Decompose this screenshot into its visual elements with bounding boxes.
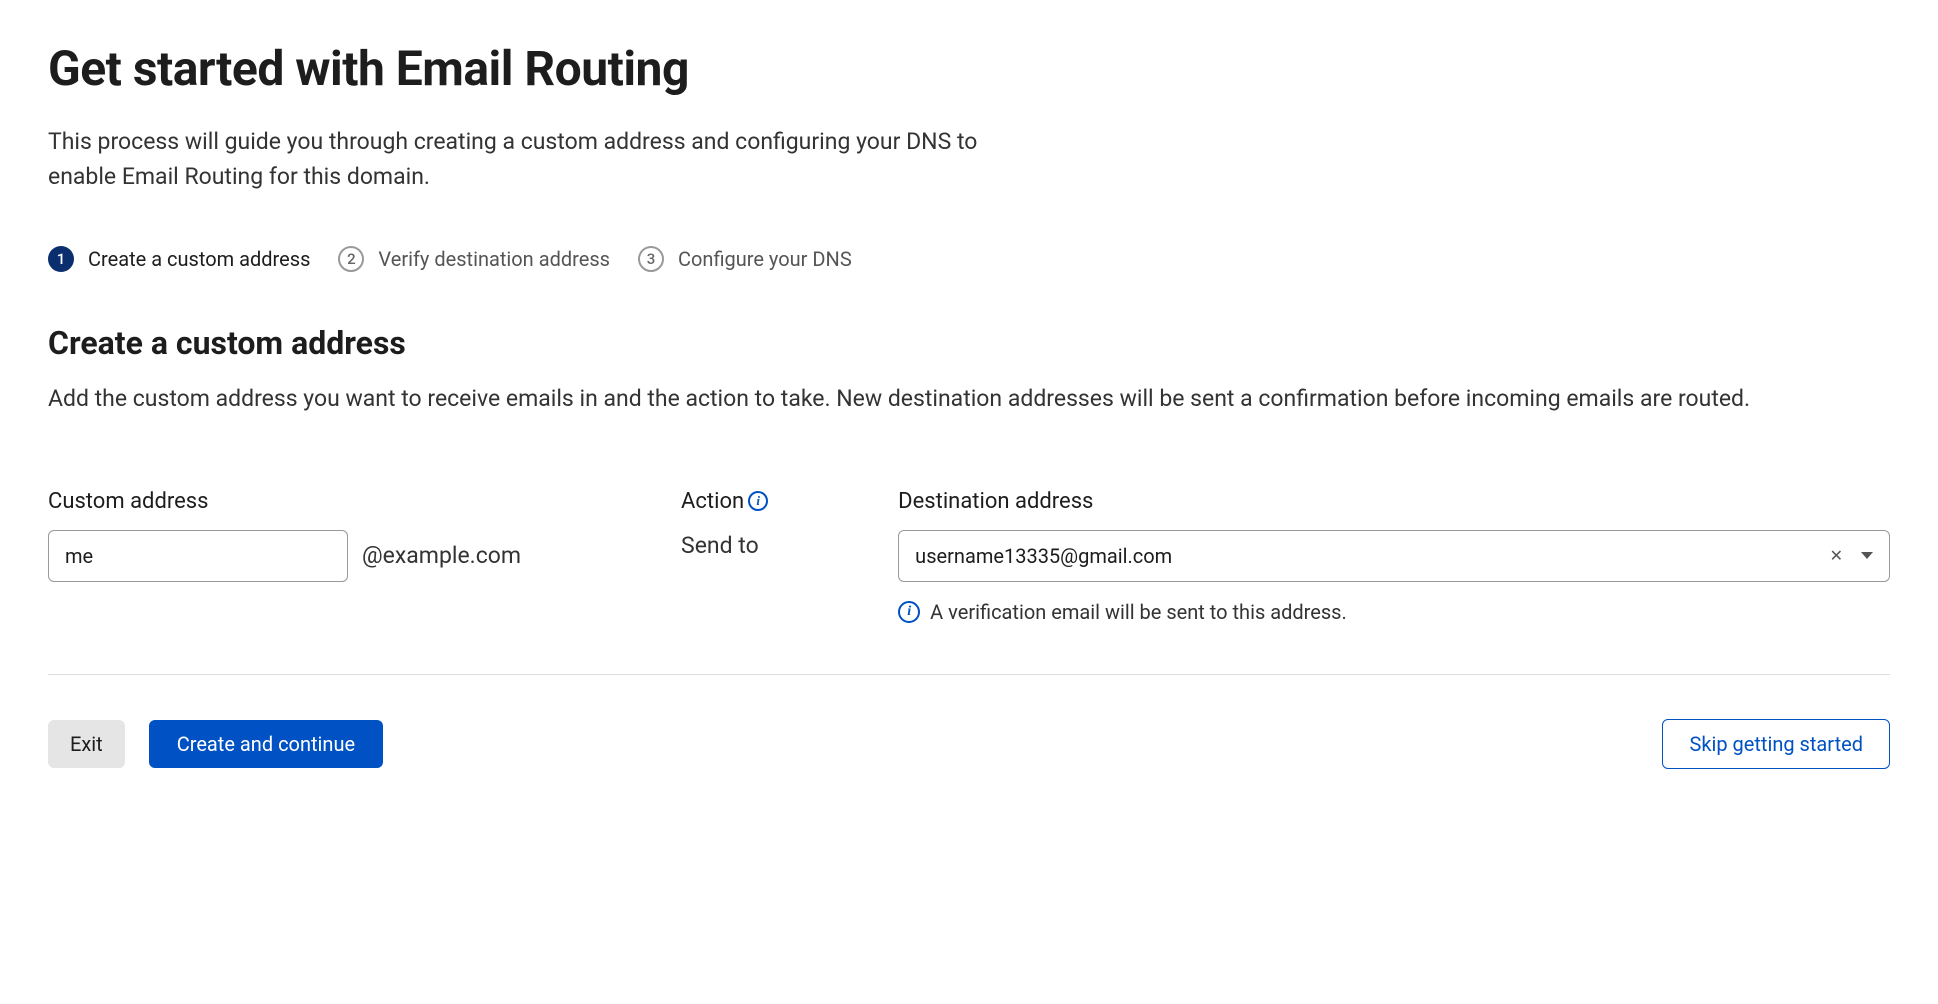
- destination-info-text: A verification email will be sent to thi…: [930, 600, 1347, 624]
- step-2[interactable]: 2 Verify destination address: [338, 246, 610, 272]
- create-and-continue-button[interactable]: Create and continue: [149, 720, 383, 768]
- step-3[interactable]: 3 Configure your DNS: [638, 246, 852, 272]
- section-title: Create a custom address: [48, 324, 1890, 362]
- footer-left: Exit Create and continue: [48, 720, 383, 768]
- destination-select[interactable]: username13335@gmail.com ✕: [898, 530, 1890, 582]
- step-1-number-icon: 1: [48, 246, 74, 272]
- page-title: Get started with Email Routing: [48, 40, 1890, 97]
- custom-address-group: @example.com: [48, 530, 521, 582]
- step-2-label: Verify destination address: [378, 247, 610, 271]
- action-label-text: Action: [681, 489, 744, 514]
- step-1-label: Create a custom address: [88, 247, 310, 271]
- caret-down-icon[interactable]: [1861, 552, 1873, 559]
- action-value: Send to: [681, 530, 768, 559]
- action-col: Action i Send to: [681, 489, 768, 559]
- steps-row: 1 Create a custom address 2 Verify desti…: [48, 246, 1890, 272]
- info-icon[interactable]: i: [748, 491, 768, 511]
- exit-button[interactable]: Exit: [48, 720, 125, 768]
- skip-getting-started-button[interactable]: Skip getting started: [1662, 719, 1890, 769]
- footer-row: Exit Create and continue Skip getting st…: [48, 719, 1890, 769]
- info-icon: i: [898, 601, 920, 623]
- custom-address-col: Custom address @example.com: [48, 489, 521, 582]
- custom-address-input[interactable]: [48, 530, 348, 582]
- destination-select-controls: ✕: [1826, 544, 1873, 567]
- destination-info-row: i A verification email will be sent to t…: [898, 600, 1890, 624]
- action-label: Action i: [681, 489, 768, 514]
- destination-select-value: username13335@gmail.com: [915, 544, 1172, 568]
- destination-col: Destination address username13335@gmail.…: [898, 489, 1890, 624]
- domain-suffix: @example.com: [362, 542, 521, 569]
- page-subtitle: This process will guide you through crea…: [48, 125, 1048, 194]
- step-3-number-icon: 3: [638, 246, 664, 272]
- destination-label: Destination address: [898, 489, 1890, 514]
- divider: [48, 674, 1890, 675]
- section-desc: Add the custom address you want to recei…: [48, 382, 1890, 417]
- form-row: Custom address @example.com Action i Sen…: [48, 489, 1890, 624]
- clear-icon[interactable]: ✕: [1826, 544, 1847, 567]
- step-3-label: Configure your DNS: [678, 247, 852, 271]
- step-1[interactable]: 1 Create a custom address: [48, 246, 310, 272]
- step-2-number-icon: 2: [338, 246, 364, 272]
- custom-address-label: Custom address: [48, 489, 521, 514]
